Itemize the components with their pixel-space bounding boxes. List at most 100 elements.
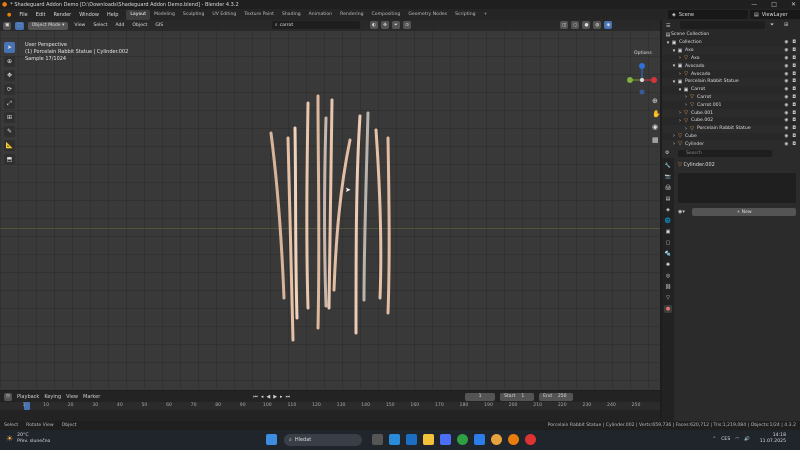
material-tab-icon[interactable]: ● — [664, 305, 672, 313]
outliner-row[interactable]: ▾ ▣ Axo ◉ ◘ — [662, 46, 800, 55]
modifier-tab-icon[interactable]: 🔩 — [664, 250, 672, 258]
maximize-button[interactable]: □ — [771, 1, 777, 8]
overlay-icon[interactable]: ⊙ — [403, 21, 412, 29]
viewlayer-selector[interactable]: ▤ ViewLayer — [750, 10, 800, 19]
tab-layout[interactable]: Layout — [126, 9, 150, 20]
camera-icon[interactable]: ◘ — [792, 118, 796, 123]
eye-icon[interactable]: ◉ — [784, 64, 788, 69]
eye-icon[interactable]: ◉ — [784, 111, 788, 116]
weather-widget[interactable]: ☀ 20°C Přev. slunečno — [6, 433, 50, 445]
select-menu[interactable]: Select — [91, 22, 109, 30]
3d-viewport[interactable]: ▣ ⬚ Object Mode ▾ View Select Add Object… — [0, 20, 660, 390]
viewport-search-input[interactable]: ⌕ carrot — [272, 21, 360, 29]
menu-render[interactable]: Render — [49, 12, 75, 18]
blender-taskbar-icon[interactable] — [508, 434, 519, 445]
menu-help[interactable]: Help — [103, 12, 122, 18]
eye-icon[interactable]: ◉ — [784, 56, 788, 61]
tab-geometry-nodes[interactable]: Geometry Nodes — [404, 10, 451, 20]
jump-start-icon[interactable]: ⏮ — [253, 394, 258, 400]
view-layer-tab-icon[interactable]: ▤ — [664, 195, 672, 203]
outliner-row[interactable]: › ▽ Porcelain Rabbit Statue ◉ ◘ — [662, 124, 800, 133]
taskbar-search[interactable]: ⌕ Hledat — [284, 434, 362, 446]
data-tab-icon[interactable]: ▽ — [664, 294, 672, 302]
start-frame-field[interactable]: Start 1 — [500, 392, 535, 401]
jump-end-icon[interactable]: ⏭ — [286, 394, 291, 400]
outliner-editor-icon[interactable]: ☰ — [666, 23, 670, 29]
eye-icon[interactable]: ◉ — [784, 103, 788, 108]
prev-key-icon[interactable]: ◂ — [261, 394, 264, 400]
wireframe-shading-icon[interactable]: ○ — [571, 21, 580, 29]
tab-scripting[interactable]: Scripting — [451, 10, 479, 20]
language-indicator[interactable]: CES — [721, 437, 730, 442]
eye-icon[interactable]: ◉ — [784, 142, 788, 147]
tab-sculpting[interactable]: Sculpting — [179, 10, 208, 20]
add-menu[interactable]: Add — [113, 22, 126, 30]
camera-icon[interactable]: ◘ — [792, 111, 796, 116]
outliner-search-input[interactable] — [680, 21, 765, 29]
scale-tool-icon[interactable]: ⤢ — [4, 98, 15, 109]
system-clock[interactable]: 14:18 11.07.2025 — [760, 433, 786, 445]
eye-icon[interactable]: ◉ — [784, 87, 788, 92]
solid-shading-icon[interactable]: ● — [582, 21, 591, 29]
camera-icon[interactable]: ◘ — [792, 56, 796, 61]
close-button[interactable]: ✕ — [791, 1, 796, 8]
carrot-strands-model[interactable] — [260, 78, 400, 348]
playback-menu[interactable]: Playback — [17, 394, 39, 400]
move-tool-icon[interactable]: ✥ — [4, 70, 15, 81]
rendered-shading-icon[interactable]: ◉ — [604, 21, 613, 29]
windows-start-icon[interactable] — [266, 434, 277, 445]
tray-chevron-icon[interactable]: ⌃ — [712, 437, 716, 442]
eye-icon[interactable]: ◉ — [784, 134, 788, 139]
app-red-icon[interactable] — [525, 434, 536, 445]
next-key-icon[interactable]: ▸ — [280, 394, 283, 400]
annotate-tool-icon[interactable]: ✎ — [4, 126, 15, 137]
end-frame-field[interactable]: End 250 — [539, 392, 574, 401]
outliner-row[interactable]: › ▽ Axo ◉ ◘ — [662, 55, 800, 63]
tab-rendering[interactable]: Rendering — [336, 10, 367, 20]
navigation-gizmo[interactable]: ⊕ ✋ ◉ ▦ — [622, 58, 660, 178]
eye-icon[interactable]: ◉ — [784, 79, 788, 84]
outliner-filter-icon[interactable]: ⏷ — [770, 22, 774, 28]
scene-selector[interactable]: ◈ Scene — [668, 10, 748, 19]
camera-icon[interactable]: ◘ — [792, 40, 796, 45]
marker-menu[interactable]: Marker — [83, 394, 100, 400]
play-icon[interactable]: ▶ — [273, 394, 277, 400]
timeline-view-menu[interactable]: View — [66, 394, 78, 400]
camera-icon[interactable]: ◘ — [792, 142, 796, 147]
outliner-row[interactable]: › ▽ Carrot.001 ◉ ◘ — [662, 101, 800, 109]
outliner-root[interactable]: ▤ Scene Collection — [662, 31, 800, 39]
camera-icon[interactable]: ◘ — [792, 64, 796, 69]
wifi-icon[interactable]: ◠ — [735, 437, 739, 442]
material-browse-icon[interactable]: ◉▾ — [678, 209, 685, 215]
object-menu[interactable]: Object — [130, 22, 149, 30]
camera-icon[interactable]: ◘ — [792, 95, 796, 100]
outliner-row[interactable]: › ▽ Cube ◉ ◘ — [662, 133, 800, 141]
outliner-row[interactable]: › ▽ Cube.002 ◉ ◘ — [662, 117, 800, 125]
world-tab-icon[interactable]: 🌐 — [664, 217, 672, 225]
outliner-row[interactable]: ▾ ▣ Carrot ◉ ◘ — [662, 86, 800, 94]
camera-icon[interactable]: ◘ — [792, 72, 796, 77]
physics-tab-icon[interactable]: ◎ — [664, 272, 672, 280]
cursor-tool-icon[interactable]: ⊕ — [4, 56, 15, 67]
visibility-icon[interactable]: ◐ — [370, 21, 379, 29]
object-tab-icon[interactable]: ▢ — [664, 239, 672, 247]
timeline-editor-type-icon[interactable]: ◷ — [4, 392, 13, 401]
tool-tab-icon[interactable]: 🔧 — [664, 162, 672, 170]
filter-icon[interactable]: ⏷ — [392, 21, 401, 29]
new-collection-icon[interactable]: ⊞ — [784, 22, 788, 28]
play-reverse-icon[interactable]: ◀ — [266, 394, 270, 400]
eye-icon[interactable]: ◉ — [784, 126, 788, 131]
minimize-button[interactable]: — — [751, 1, 757, 8]
select-tool-icon[interactable]: ➤ — [4, 42, 15, 53]
object-mode-dropdown[interactable]: Object Mode ▾ — [27, 21, 69, 30]
options-dropdown[interactable]: Options — [634, 51, 652, 56]
tab-modeling[interactable]: Modeling — [150, 10, 179, 20]
timeline-ruler[interactable]: 1 10 20 30 40 50 60 70 80 90 100 110 120 130 140 150 160… — [0, 402, 660, 410]
editor-type-icon[interactable]: ▣ — [3, 21, 12, 30]
app-icon[interactable] — [474, 434, 485, 445]
current-frame-field[interactable]: 1 — [465, 392, 496, 401]
material-shading-icon[interactable]: ◍ — [593, 21, 602, 29]
edge-browser-icon[interactable] — [389, 434, 400, 445]
view-menu[interactable]: View — [72, 22, 87, 30]
rotate-tool-icon[interactable]: ⟳ — [4, 84, 15, 95]
